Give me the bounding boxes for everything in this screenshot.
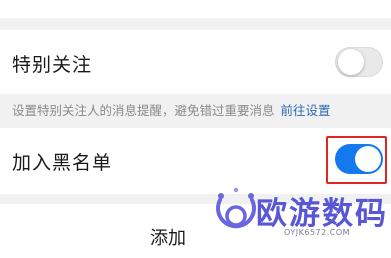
hint-text: 设置特别关注人的消息提醒，避免错过重要消息: [12, 103, 275, 118]
watermark: 欧游数码 OYJK6572.COM: [212, 186, 388, 252]
special-follow-label: 特别关注: [12, 54, 93, 76]
go-settings-link[interactable]: 前往设置: [281, 103, 331, 118]
special-follow-hint: 设置特别关注人的消息提醒，避免错过重要消息 前往设置: [12, 100, 331, 119]
watermark-title: 欧游数码: [256, 196, 388, 232]
contact-settings-screen: 特别关注 设置特别关注人的消息提醒，避免错过重要消息 前往设置 加入黑名单 添加 …: [0, 0, 391, 258]
watermark-logo-icon: [216, 187, 256, 229]
annotation-highlight-box: [326, 136, 387, 184]
special-follow-row[interactable]: 特别关注: [0, 30, 391, 94]
add-label: 添加: [150, 228, 186, 249]
top-section-edge: [0, 0, 391, 18]
blacklist-label: 加入黑名单: [12, 152, 113, 174]
watermark-url: OYJK6572.COM: [284, 228, 351, 237]
toggle-knob: [338, 49, 364, 75]
special-follow-toggle[interactable]: [335, 47, 383, 77]
